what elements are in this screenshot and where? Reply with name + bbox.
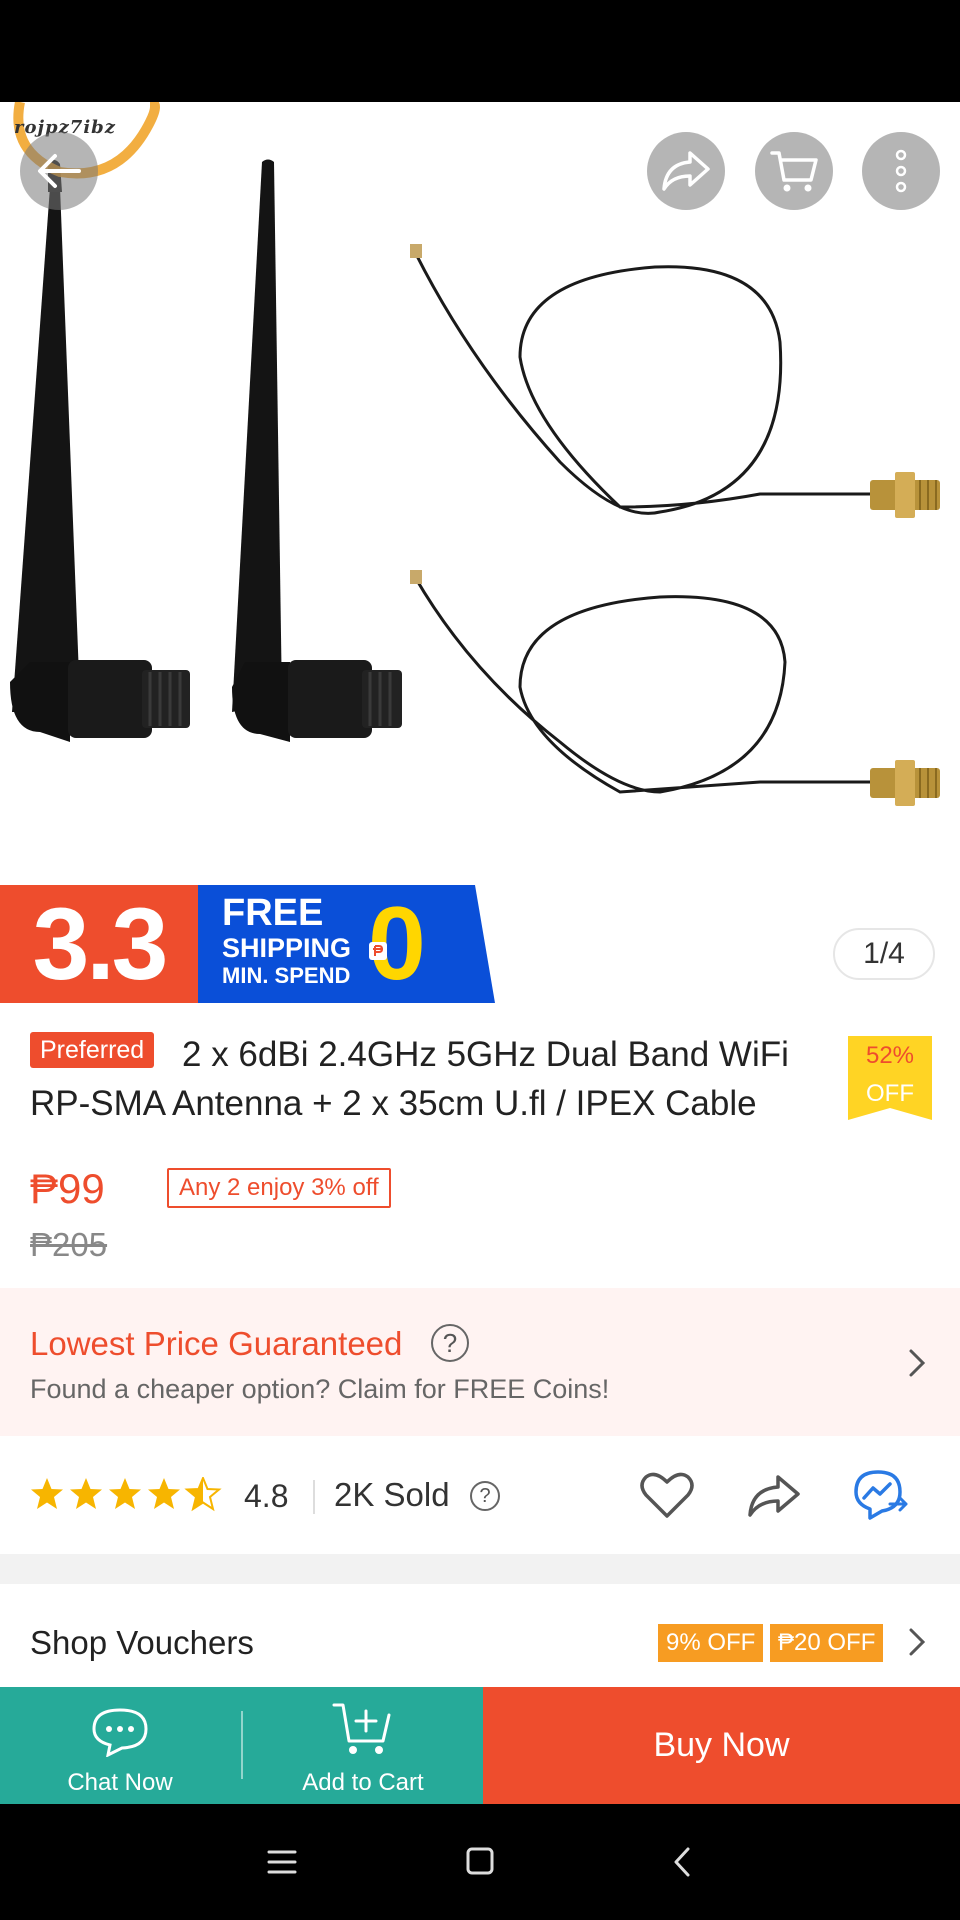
rating-value: 4.8 [244, 1478, 289, 1514]
back-arrow-icon [38, 154, 81, 188]
shop-vouchers-label: Shop Vouchers [30, 1624, 254, 1661]
sold-count: 2K Sold [334, 1476, 450, 1513]
bottom-action-bar: Chat Now Add to Cart Buy Now [0, 1687, 960, 1804]
back-button[interactable] [20, 132, 98, 210]
guarantee-title: Lowest Price Guaranteed [30, 1325, 403, 1362]
promo-event-label: 3.3 [0, 885, 198, 1003]
add-to-cart-button[interactable]: Add to Cart [243, 1687, 483, 1804]
divider [313, 1480, 315, 1514]
peso-icon [369, 942, 387, 960]
status-bar [0, 0, 960, 102]
discount-percent: 52% [865, 1042, 915, 1069]
discount-off-label: OFF [866, 1080, 914, 1107]
cart-button[interactable] [755, 132, 833, 210]
share-icon [662, 151, 710, 191]
system-nav-bar [0, 1804, 960, 1920]
add-to-cart-label: Add to Cart [302, 1769, 424, 1796]
promo-min-spend-text: MIN. SPEND [222, 963, 351, 988]
guarantee-subtitle: Found a cheaper option? Claim for FREE C… [30, 1374, 610, 1404]
nav-back-icon[interactable] [672, 1846, 692, 1878]
section-divider [0, 1554, 960, 1584]
product-image[interactable] [0, 102, 960, 885]
chat-icon [92, 1708, 148, 1757]
antenna-photo [10, 159, 940, 806]
original-price: ₱205 [30, 1226, 108, 1263]
bundle-deal-tag[interactable]: Any 2 enjoy 3% off [167, 1168, 391, 1208]
more-options-button[interactable] [862, 132, 940, 210]
menu-icon[interactable] [266, 1848, 298, 1876]
messenger-share-icon[interactable] [852, 1468, 910, 1524]
voucher-tag[interactable]: 9% OFF [658, 1624, 764, 1662]
promo-free-text: FREE [222, 892, 324, 934]
home-icon[interactable] [465, 1846, 495, 1876]
share-icon[interactable] [746, 1474, 802, 1518]
voucher-tag[interactable]: ₱20 OFF [770, 1624, 884, 1662]
share-button[interactable] [647, 132, 725, 210]
current-price: ₱99 [30, 1165, 105, 1212]
heart-icon[interactable] [640, 1472, 694, 1520]
chat-now-button[interactable]: Chat Now [0, 1687, 241, 1804]
chat-now-label: Chat Now [67, 1769, 173, 1796]
promo-shipping-text: SHIPPING [222, 933, 352, 963]
cart-icon [770, 151, 818, 192]
chevron-right-icon[interactable] [908, 1627, 926, 1657]
promo-banner[interactable]: 3.3 FREE SHIPPING MIN. SPEND 0 [0, 885, 960, 1003]
sold-help-icon[interactable]: ? [470, 1481, 500, 1511]
buy-now-button[interactable]: Buy Now [483, 1687, 960, 1804]
add-cart-icon [332, 1703, 391, 1754]
guarantee-help-icon[interactable]: ? [431, 1324, 469, 1362]
preferred-badge: Preferred [30, 1032, 155, 1068]
chevron-right-icon[interactable] [908, 1348, 926, 1378]
rating-stars-icon[interactable] [30, 1477, 230, 1513]
image-counter: 1/4 [833, 928, 935, 980]
more-vertical-icon [895, 149, 907, 193]
